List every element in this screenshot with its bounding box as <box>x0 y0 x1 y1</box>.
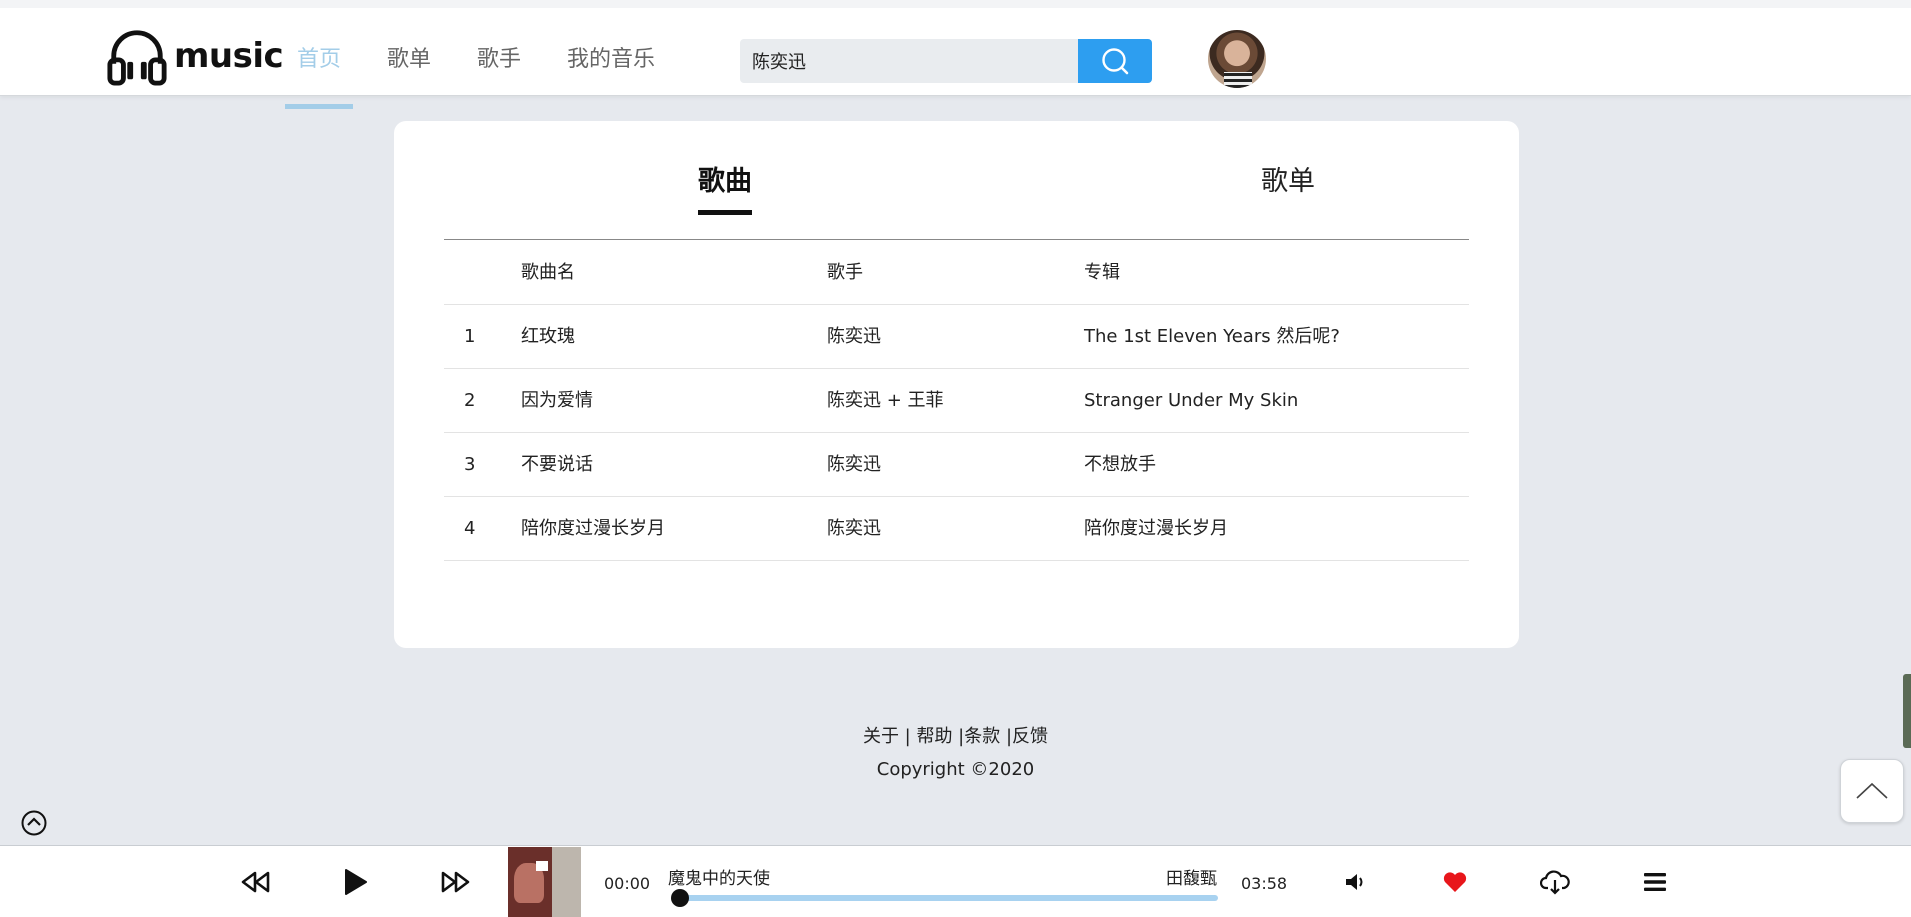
cloud-download-icon <box>1540 870 1570 895</box>
headphones-icon <box>107 30 167 86</box>
heart-icon <box>1443 872 1467 892</box>
column-header-album: 专辑 <box>1084 262 1120 283</box>
row-index: 3 <box>464 454 476 475</box>
total-time: 03:58 <box>1241 874 1288 893</box>
search-button[interactable] <box>1078 39 1152 83</box>
next-button[interactable] <box>437 864 473 900</box>
column-header-artist: 歌手 <box>827 262 863 283</box>
search-bar <box>740 39 1152 83</box>
chevron-up-icon <box>1856 782 1888 799</box>
search-results-card: 歌曲 歌单 歌曲名 歌手 专辑 1 红玫瑰 陈奕迅 The 1st Eleven… <box>394 121 1519 648</box>
song-name[interactable]: 红玫瑰 <box>521 305 575 369</box>
song-name[interactable]: 不要说话 <box>521 433 593 497</box>
nav-home[interactable]: 首页 <box>284 16 354 109</box>
previous-button[interactable] <box>238 864 274 900</box>
volume-button[interactable] <box>1338 864 1374 900</box>
top-header: music 首页 歌单 歌手 我的音乐 <box>0 0 1911 109</box>
tab-playlists[interactable]: 歌单 <box>1261 159 1315 198</box>
progress-handle[interactable] <box>671 889 689 907</box>
column-header-song: 歌曲名 <box>521 262 575 283</box>
song-artist[interactable]: 陈奕迅 + 王菲 <box>827 369 944 433</box>
rewind-icon <box>241 871 270 893</box>
song-artist[interactable]: 陈奕迅 <box>827 433 881 497</box>
footer-links[interactable]: 关于 | 帮助 |条款 |反馈 <box>0 722 1911 748</box>
playlist-menu-icon <box>1644 873 1666 891</box>
table-row[interactable]: 4 陪你度过漫长岁月 陈奕迅 陪你度过漫长岁月 <box>444 497 1469 561</box>
search-input[interactable] <box>740 39 1078 83</box>
play-button[interactable] <box>337 864 373 900</box>
song-album[interactable]: Stranger Under My Skin <box>1084 369 1298 433</box>
song-artist[interactable]: 陈奕迅 <box>827 305 881 369</box>
expand-player-icon[interactable] <box>20 809 48 837</box>
result-tabs: 歌曲 歌单 <box>444 121 1469 240</box>
song-album[interactable]: The 1st Eleven Years 然后呢? <box>1084 305 1340 369</box>
current-time: 00:00 <box>604 874 651 893</box>
song-artist[interactable]: 陈奕迅 <box>827 497 881 561</box>
logo-text: music <box>174 36 284 76</box>
nav-singers[interactable]: 歌手 <box>477 16 521 104</box>
nav-my-music[interactable]: 我的音乐 <box>567 16 655 104</box>
fast-forward-icon <box>441 871 470 893</box>
song-album[interactable]: 陪你度过漫长岁月 <box>1084 497 1228 561</box>
nav-playlists[interactable]: 歌单 <box>387 16 431 104</box>
songs-table: 歌曲名 歌手 专辑 1 红玫瑰 陈奕迅 The 1st Eleven Years… <box>444 241 1469 561</box>
progress-bar[interactable] <box>671 889 1218 907</box>
playlist-menu-button[interactable] <box>1637 864 1673 900</box>
download-button[interactable] <box>1537 864 1573 900</box>
user-avatar[interactable] <box>1208 30 1266 88</box>
now-playing-title: 魔鬼中的天使 <box>668 869 770 889</box>
album-cover[interactable] <box>506 847 581 917</box>
copyright: Copyright ©2020 <box>876 759 1035 780</box>
row-index: 4 <box>464 518 476 539</box>
table-row[interactable]: 3 不要说话 陈奕迅 不想放手 <box>444 433 1469 497</box>
tab-songs[interactable]: 歌曲 <box>698 159 752 215</box>
play-icon <box>345 869 367 895</box>
now-playing-artist: 田馥甄 <box>1166 869 1217 889</box>
main-nav: 首页 歌单 歌手 我的音乐 <box>284 16 701 109</box>
back-to-top-button[interactable] <box>1840 759 1904 823</box>
search-icon <box>1102 48 1129 75</box>
side-panel-handle[interactable] <box>1903 674 1911 748</box>
table-header: 歌曲名 歌手 专辑 <box>444 241 1469 305</box>
table-row[interactable]: 2 因为爱情 陈奕迅 + 王菲 Stranger Under My Skin <box>444 369 1469 433</box>
like-button[interactable] <box>1437 864 1473 900</box>
song-name[interactable]: 陪你度过漫长岁月 <box>521 497 665 561</box>
music-player-bar: 00:00 魔鬼中的天使 田馥甄 03:58 <box>0 845 1911 917</box>
logo[interactable]: music <box>106 24 284 88</box>
song-name[interactable]: 因为爱情 <box>521 369 593 433</box>
table-row[interactable]: 1 红玫瑰 陈奕迅 The 1st Eleven Years 然后呢? <box>444 305 1469 369</box>
row-index: 2 <box>464 390 476 411</box>
song-album[interactable]: 不想放手 <box>1084 433 1156 497</box>
row-index: 1 <box>464 326 476 347</box>
volume-icon <box>1346 874 1363 890</box>
